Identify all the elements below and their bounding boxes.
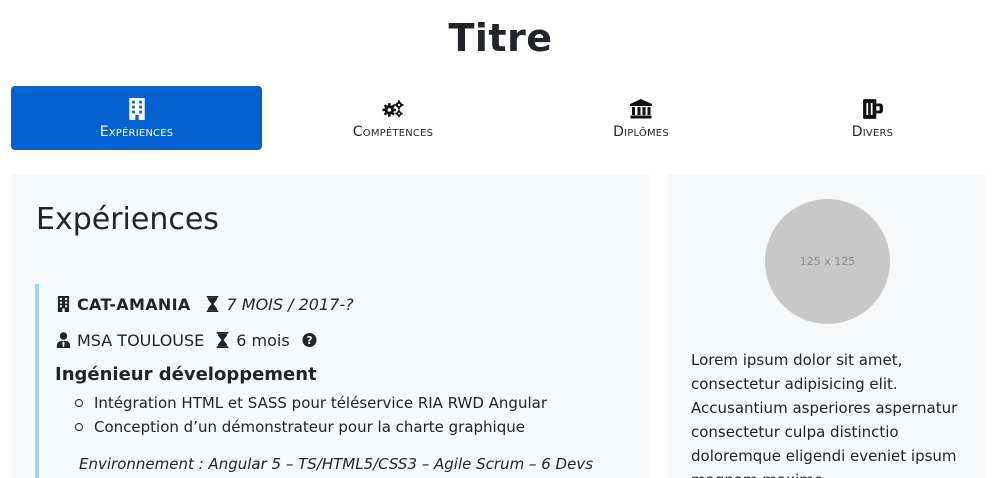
experience-entry: CAT-AMANIA 7 MOIS / 2017-? MSA TOULOUSE … [35,284,635,478]
task-list: Intégration HTML et SASS pour téléservic… [55,391,635,439]
mission-row: MSA TOULOUSE 6 mois ? [55,328,635,352]
experiences-card: Expériences CAT-AMANIA 7 MOIS / 2017-? M… [11,174,651,478]
tab-label: Expériences [99,123,174,140]
client-name: MSA TOULOUSE [77,330,205,350]
page-title: Titre [448,16,553,60]
profile-description: Lorem ipsum dolor sit amet, consectetur … [691,351,958,478]
tab-experiences[interactable]: Expériences [11,86,262,150]
job-title: Ingénieur développement [55,364,317,385]
tab-divers[interactable]: Divers [758,86,987,150]
svg-text:?: ? [307,335,313,347]
beer-icon [860,97,886,121]
profile-card: 125 x 125 Lorem ipsum dolor sit amet, co… [667,174,987,478]
tab-label: Diplômes [613,123,669,140]
tab-label: Divers [851,123,894,140]
avatar: 125 x 125 [765,199,890,324]
building-icon [124,97,150,121]
total-duration: 7 MOIS / 2017-? [226,294,354,314]
hourglass-icon [214,331,230,349]
bullet-icon [75,399,83,407]
building-icon [55,295,71,313]
gears-icon [380,97,406,121]
mission-duration: 6 mois [236,330,290,350]
task-text: Conception d’un démonstrateur pour la ch… [94,418,525,436]
university-icon [628,97,654,121]
task-text: Intégration HTML et SASS pour téléservic… [94,394,547,412]
experience-header: CAT-AMANIA 7 MOIS / 2017-? [55,292,635,316]
task-item: Intégration HTML et SASS pour téléservic… [75,391,635,415]
environment-text: Environnement : Angular 5 – TS/HTML5/CSS… [79,455,594,473]
company-name: CAT-AMANIA [77,294,191,314]
tab-label: Compétences [352,123,434,140]
hourglass-icon [205,295,221,313]
question-circle-icon[interactable]: ? [302,331,318,349]
section-title: Expériences [36,202,219,237]
avatar-placeholder-text: 125 x 125 [799,255,856,268]
tab-competences[interactable]: Compétences [262,86,524,150]
bullet-icon [75,423,83,431]
user-tie-icon [55,331,71,349]
task-item: Conception d’un démonstrateur pour la ch… [75,415,635,439]
tab-diplomes[interactable]: Diplômes [524,86,758,150]
tab-bar: Expériences Compétences Diplômes Divers [11,86,987,150]
